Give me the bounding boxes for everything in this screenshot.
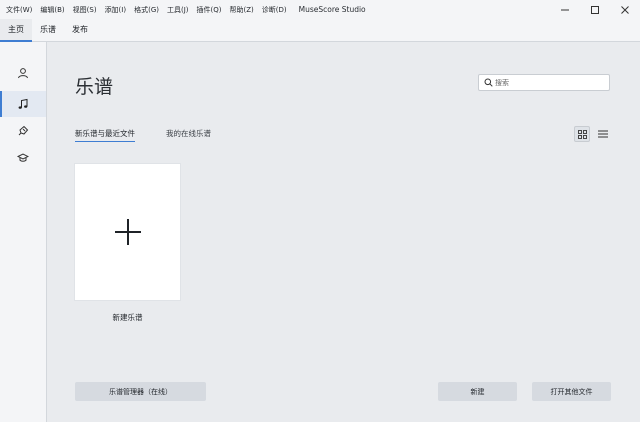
search-icon (484, 78, 493, 87)
new-score-card[interactable] (75, 164, 180, 300)
subtab-new-and-recent[interactable]: 新乐谱与最近文件 (75, 128, 135, 142)
window-controls (550, 0, 640, 19)
sidebar-item-plugins[interactable] (0, 118, 46, 144)
minimize-icon[interactable] (550, 0, 580, 19)
account-icon (18, 68, 28, 79)
main-tab-bar: 主页 乐谱 发布 (0, 19, 640, 42)
tab-publish[interactable]: 发布 (64, 19, 96, 41)
new-button[interactable]: 新建 (438, 382, 517, 401)
maximize-icon[interactable] (580, 0, 610, 19)
subtab-online-scores[interactable]: 我的在线乐谱 (166, 128, 211, 139)
grid-view-button[interactable] (574, 126, 590, 142)
menu-view[interactable]: 视图(S) (69, 5, 101, 15)
new-score-label: 新建乐谱 (112, 313, 143, 322)
menu-format[interactable]: 格式(G) (130, 5, 163, 15)
open-other-button[interactable]: 打开其他文件 (532, 382, 611, 401)
sidebar-item-learn[interactable] (0, 145, 46, 171)
plugin-icon (18, 125, 29, 136)
app-title: MuseScore Studio (298, 5, 366, 14)
plus-icon (114, 219, 141, 245)
grid-view-icon (577, 129, 587, 139)
menu-diagnostics[interactable]: 诊断(D) (258, 5, 291, 15)
page-title: 乐谱 (75, 76, 114, 98)
sidebar-item-account[interactable] (0, 60, 46, 86)
menu-tools[interactable]: 工具(J) (163, 5, 193, 15)
menu-help[interactable]: 帮助(Z) (226, 5, 258, 15)
sidebar-item-scores[interactable] (0, 91, 46, 117)
search-input[interactable] (495, 76, 605, 89)
music-note-icon (18, 98, 28, 109)
menu-plugins[interactable]: 插件(Q) (193, 5, 226, 15)
menu-edit[interactable]: 编辑(B) (36, 5, 68, 15)
menu-add[interactable]: 添加(I) (101, 5, 131, 15)
close-icon[interactable] (610, 0, 640, 19)
menu-file[interactable]: 文件(W) (0, 5, 36, 15)
list-view-icon (598, 130, 608, 138)
list-view-button[interactable] (595, 126, 611, 142)
learn-icon (17, 153, 29, 162)
menu-bar: 文件(W) 编辑(B) 视图(S) 添加(I) 格式(G) 工具(J) 插件(Q… (0, 0, 640, 19)
tab-scores[interactable]: 乐谱 (32, 19, 64, 41)
score-manager-button[interactable]: 乐谱管理器（在线） (75, 382, 206, 401)
search-field[interactable] (478, 74, 610, 91)
home-sidebar (0, 42, 47, 422)
tab-home[interactable]: 主页 (0, 19, 32, 42)
